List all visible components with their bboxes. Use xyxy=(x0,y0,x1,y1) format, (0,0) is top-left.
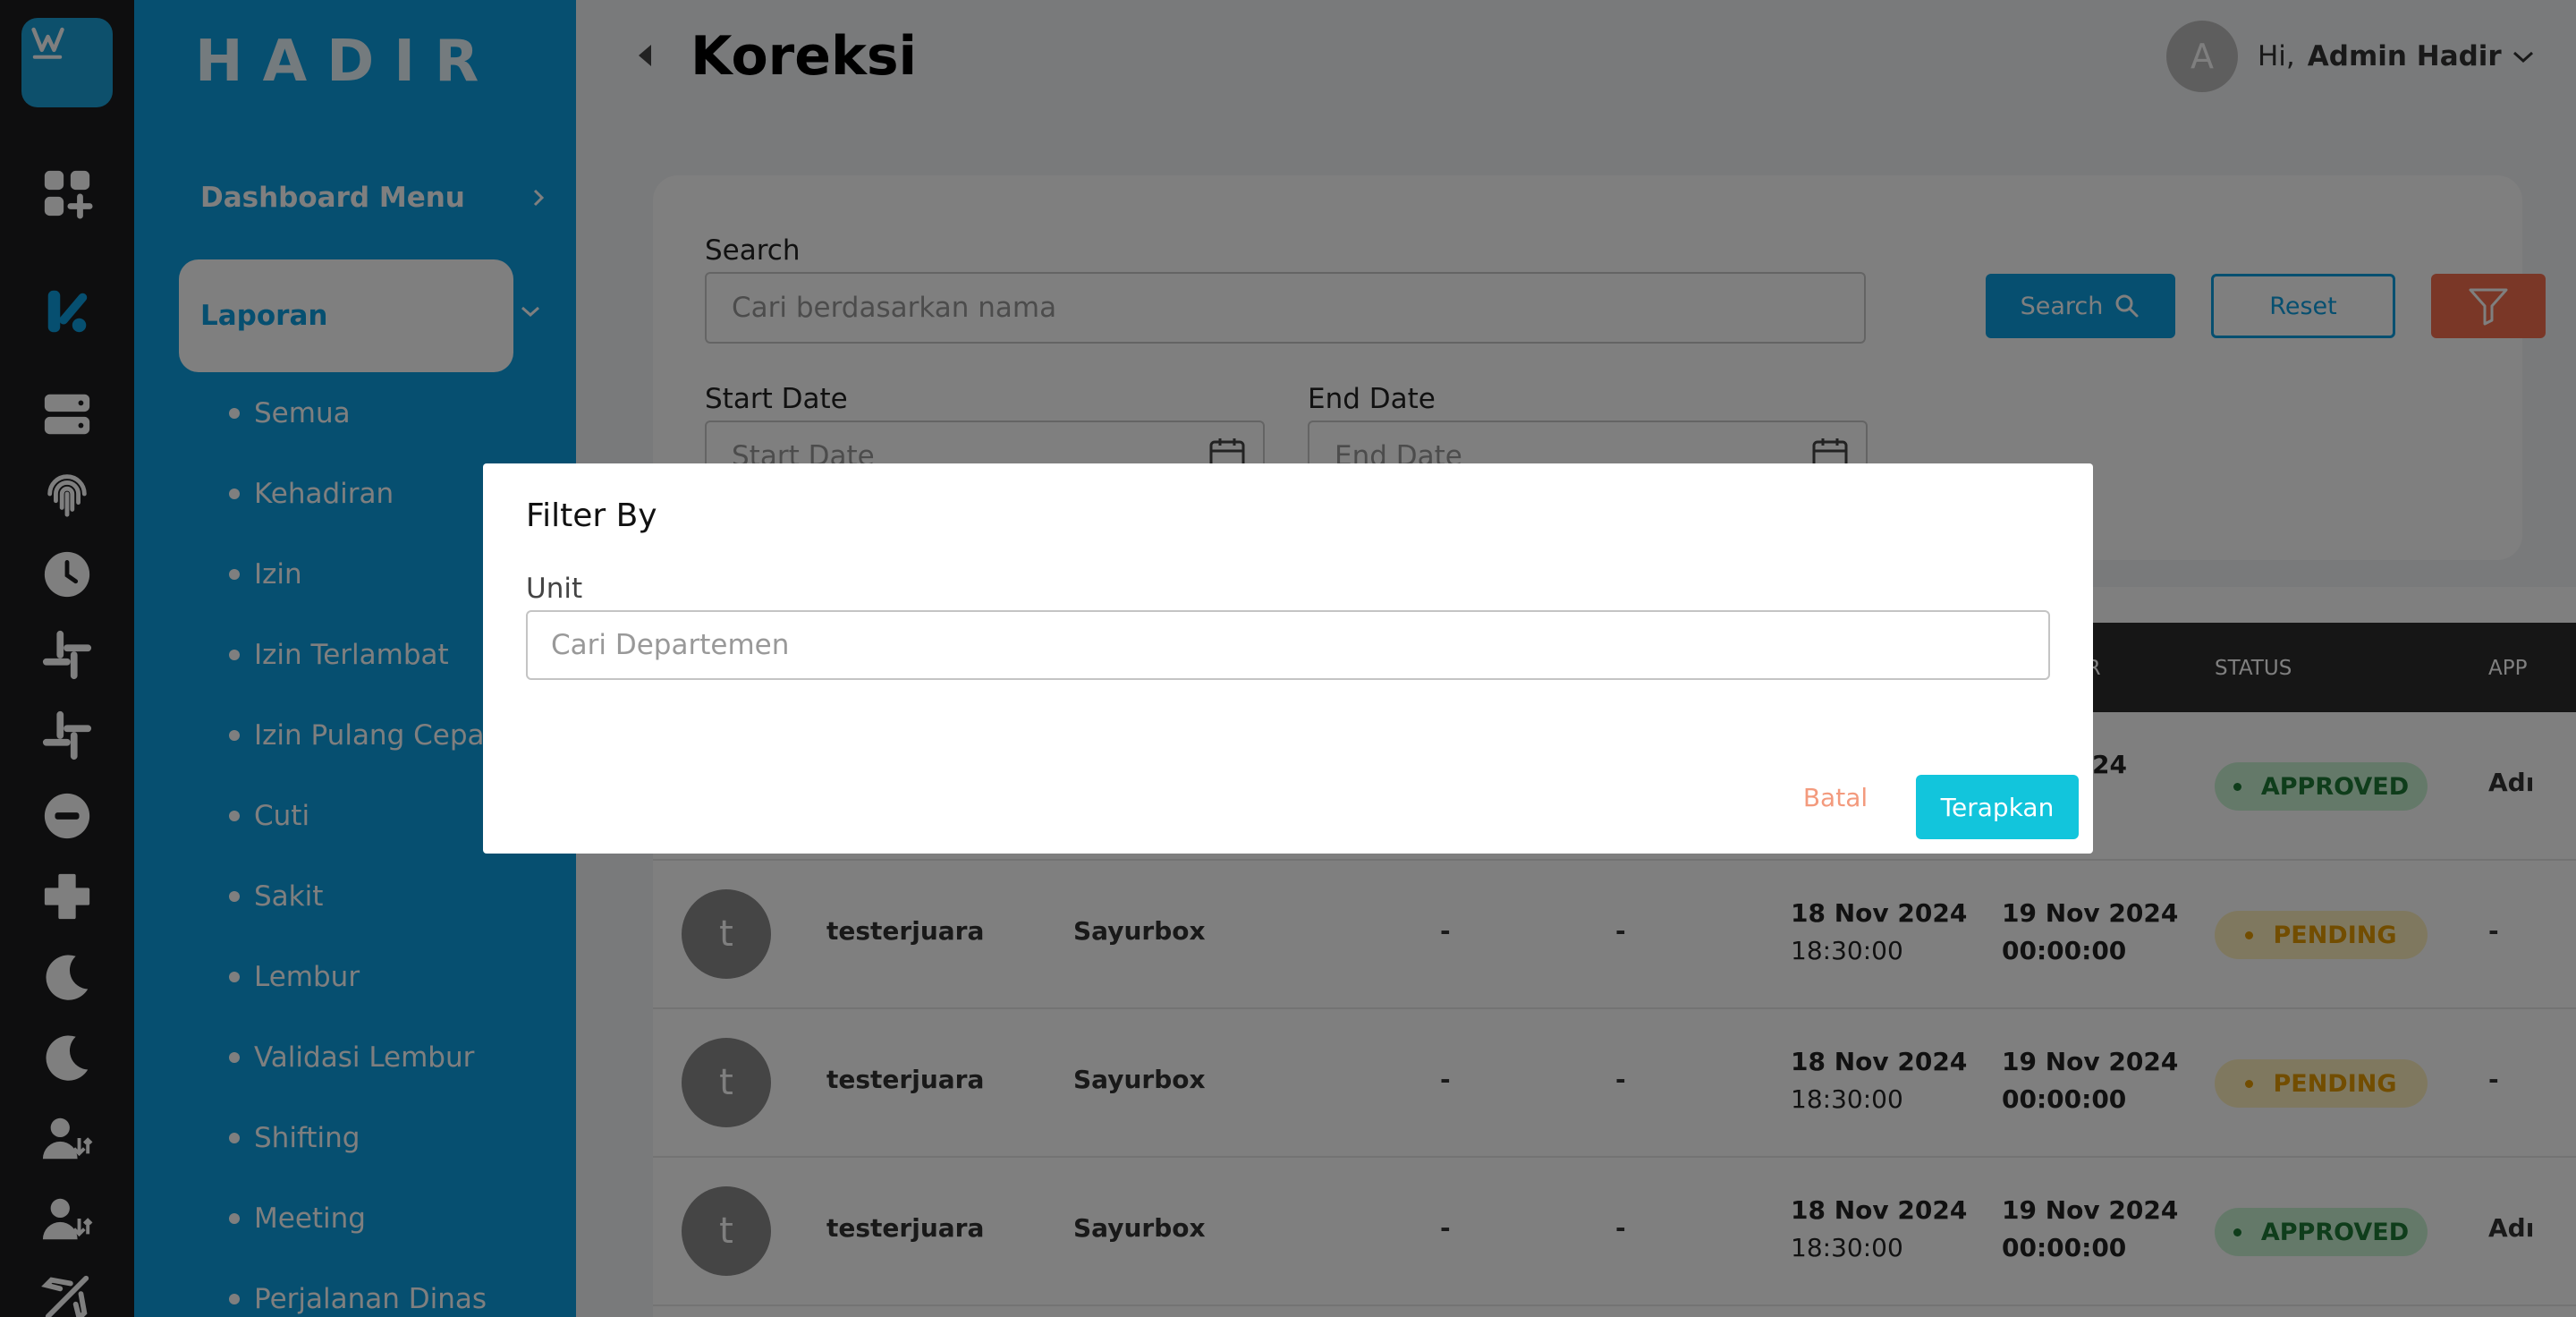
apply-button[interactable]: Terapkan xyxy=(1916,775,2079,839)
cancel-button[interactable]: Batal xyxy=(1780,775,1891,820)
unit-search-input[interactable]: Cari Departemen xyxy=(526,610,2050,680)
modal-title: Filter By xyxy=(526,497,657,534)
filter-modal: Filter By Unit Cari Departemen Batal Ter… xyxy=(483,463,2093,854)
unit-label: Unit xyxy=(526,573,583,605)
